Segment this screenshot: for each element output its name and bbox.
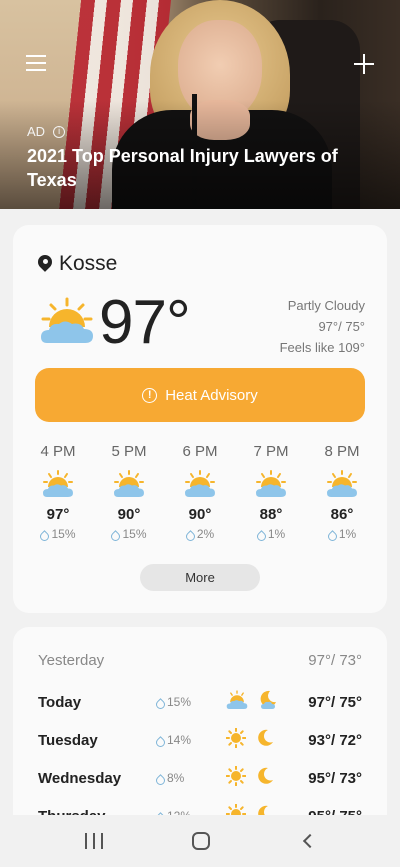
day-temperatures: 97°/ 75° bbox=[308, 693, 362, 711]
day-temperatures: 93°/ 72° bbox=[308, 731, 362, 749]
day-name: Today bbox=[38, 693, 82, 711]
info-icon[interactable]: i bbox=[53, 125, 66, 138]
moon-icon bbox=[256, 767, 274, 790]
raindrop-icon bbox=[156, 736, 163, 745]
back-icon[interactable] bbox=[303, 833, 318, 849]
hourly-item[interactable]: 4 PM 97° 15% bbox=[23, 443, 93, 541]
day-precipitation: 8% bbox=[156, 771, 226, 785]
hourly-item[interactable]: 5 PM 90° 15% bbox=[94, 443, 164, 541]
hour-temperature: 88° bbox=[259, 506, 283, 523]
precipitation-value: 8% bbox=[167, 771, 185, 785]
hour-precipitation: 2% bbox=[165, 527, 235, 541]
day-icons bbox=[226, 689, 306, 715]
hour-time: 6 PM bbox=[182, 443, 218, 460]
daily-list[interactable]: Today 15% 97°/ 75° Tuesday 14% 93°/ 72° Wednes… bbox=[38, 683, 362, 835]
ad-title[interactable]: 2021 Top Personal Injury Lawyers of Texa… bbox=[27, 144, 347, 192]
day-temperatures: 95°/ 73° bbox=[308, 769, 362, 787]
precipitation-value: 1% bbox=[267, 527, 286, 541]
add-location-icon[interactable] bbox=[354, 54, 374, 74]
ad-label: AD i bbox=[27, 124, 66, 139]
raindrop-icon bbox=[156, 774, 163, 783]
daily-row[interactable]: Today 15% 97°/ 75° bbox=[38, 683, 362, 721]
daily-row[interactable]: Tuesday 14% 93°/ 72° bbox=[38, 721, 362, 759]
hour-time: 8 PM bbox=[324, 443, 360, 460]
partly-cloudy-icon bbox=[184, 470, 216, 498]
hourly-item[interactable]: 7 PM 88° 1% bbox=[236, 443, 306, 541]
current-conditions: Partly Cloudy 97°/ 75° Feels like 109° bbox=[280, 295, 365, 358]
ad-banner[interactable]: AD i 2021 Top Personal Injury Lawyers of… bbox=[0, 0, 400, 209]
day-icons bbox=[225, 727, 306, 753]
raindrop-icon bbox=[40, 530, 47, 539]
hourly-item[interactable]: 8 PM 86° 1% bbox=[307, 443, 377, 541]
location[interactable]: Kosse bbox=[38, 252, 117, 276]
hour-temperature: 97° bbox=[46, 506, 70, 523]
precipitation-value: 15% bbox=[51, 527, 76, 541]
ad-text: AD bbox=[27, 124, 46, 139]
hourly-item[interactable]: 6 PM 90° 2% bbox=[165, 443, 235, 541]
hourly-forecast[interactable]: 4 PM 97° 15% 5 PM 90° 15% 6 PM 90° 2% 7 PM 88° 1% 8 … bbox=[23, 443, 377, 541]
current-weather-card: Kosse 97° Partly Cloudy 97°/ 75° Feels l… bbox=[13, 225, 387, 613]
recent-apps-icon[interactable] bbox=[84, 833, 103, 849]
location-name: Kosse bbox=[59, 252, 118, 275]
hour-temperature: 90° bbox=[188, 506, 212, 523]
day-name: Wednesday bbox=[38, 769, 122, 787]
partly-cloudy-icon bbox=[326, 470, 358, 498]
hour-temperature: 86° bbox=[330, 506, 354, 523]
partly-cloudy-icon bbox=[226, 689, 248, 715]
menu-icon[interactable] bbox=[26, 55, 46, 75]
partly-cloudy-icon bbox=[113, 470, 145, 498]
partly-cloudy-icon bbox=[255, 470, 287, 498]
warning-icon: ! bbox=[142, 387, 158, 403]
sun-icon bbox=[225, 727, 247, 753]
hour-temperature: 90° bbox=[117, 506, 141, 523]
moon-icon bbox=[256, 729, 274, 752]
yesterday-row: Yesterday 97°/ 73° bbox=[38, 652, 362, 669]
hour-time: 4 PM bbox=[40, 443, 76, 460]
day-name: Tuesday bbox=[38, 731, 98, 749]
precipitation-value: 14% bbox=[167, 733, 192, 747]
day-precipitation: 15% bbox=[156, 695, 226, 709]
home-icon[interactable] bbox=[191, 832, 210, 850]
raindrop-icon bbox=[328, 530, 335, 539]
hour-precipitation: 1% bbox=[236, 527, 306, 541]
sun-icon bbox=[225, 765, 247, 791]
more-button[interactable]: More bbox=[140, 564, 260, 591]
precipitation-value: 15% bbox=[167, 695, 192, 709]
feels-like-text: Feels like 109° bbox=[279, 340, 365, 355]
day-icons bbox=[225, 765, 306, 791]
raindrop-icon bbox=[111, 530, 118, 539]
partly-cloudy-icon bbox=[41, 297, 93, 343]
yesterday-label: Yesterday bbox=[38, 652, 105, 669]
advisory-label: Heat Advisory bbox=[165, 386, 258, 404]
day-precipitation: 14% bbox=[156, 733, 226, 747]
system-navigation-bar bbox=[0, 815, 400, 867]
hour-time: 7 PM bbox=[253, 443, 289, 460]
precipitation-value: 1% bbox=[338, 527, 357, 541]
current-temperature: 97° bbox=[99, 288, 191, 357]
hour-precipitation: 15% bbox=[94, 527, 164, 541]
precipitation-value: 15% bbox=[122, 527, 147, 541]
partly-cloudy-night-icon bbox=[258, 690, 278, 715]
precipitation-value: 2% bbox=[196, 527, 215, 541]
heat-advisory-button[interactable]: ! Heat Advisory bbox=[35, 368, 365, 422]
hour-precipitation: 1% bbox=[307, 527, 377, 541]
raindrop-icon bbox=[186, 530, 193, 539]
raindrop-icon bbox=[257, 530, 264, 539]
hour-time: 5 PM bbox=[111, 443, 147, 460]
raindrop-icon bbox=[156, 698, 163, 707]
daily-row[interactable]: Wednesday 8% 95°/ 73° bbox=[38, 759, 362, 797]
location-pin-icon bbox=[38, 255, 52, 273]
yesterday-temps: 97°/ 73° bbox=[308, 652, 362, 669]
condition-text: Partly Cloudy bbox=[287, 298, 365, 313]
hour-precipitation: 15% bbox=[23, 527, 93, 541]
partly-cloudy-icon bbox=[42, 470, 74, 498]
hi-lo-text: 97°/ 75° bbox=[318, 319, 365, 334]
